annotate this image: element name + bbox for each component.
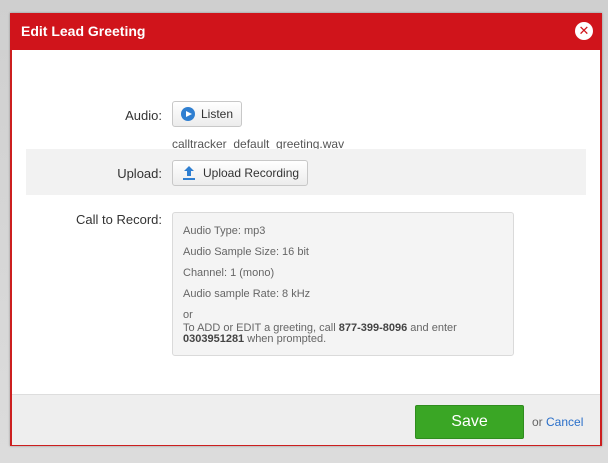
call-to-record-label: Call to Record: xyxy=(76,212,162,227)
upload-icon xyxy=(183,166,195,180)
listen-label: Listen xyxy=(201,107,234,121)
info-channel: Channel: 1 (mono) xyxy=(183,267,275,279)
upload-recording-button[interactable]: Upload Recording xyxy=(172,160,309,186)
or-text: or xyxy=(532,415,543,429)
info-sample-rate: Audio sample Rate: 8 kHz xyxy=(183,288,311,300)
dialog-title: Edit Lead Greeting xyxy=(21,23,146,39)
call-instruction: To ADD or EDIT a greeting, call 877-399-… xyxy=(183,323,503,345)
pin-number: 0303951281 xyxy=(183,333,245,345)
upload-recording-label: Upload Recording xyxy=(203,166,300,180)
dialog-header: Edit Lead Greeting ✕ xyxy=(10,13,602,50)
info-or: or xyxy=(183,309,193,321)
info-sample-size: Audio Sample Size: 16 bit xyxy=(183,246,309,258)
phone-number: 877-399-8096 xyxy=(338,322,408,334)
instruction-middle: and enter xyxy=(410,322,457,334)
close-icon[interactable]: ✕ xyxy=(575,22,593,40)
listen-button[interactable]: Listen xyxy=(172,101,243,127)
edit-lead-greeting-dialog: Edit Lead Greeting ✕ Audio: Listen callt… xyxy=(10,13,602,446)
or-cancel: or Cancel xyxy=(532,415,583,429)
call-to-record-info: Audio Type: mp3 Audio Sample Size: 16 bi… xyxy=(172,212,514,356)
save-button[interactable]: Save xyxy=(415,405,524,439)
instruction-suffix: when prompted. xyxy=(247,333,327,345)
cancel-link[interactable]: Cancel xyxy=(546,415,583,429)
dialog-footer: Save or Cancel xyxy=(12,394,600,445)
play-icon xyxy=(181,107,195,121)
dialog-body: Audio: Listen calltracker_default_greeti… xyxy=(12,50,600,394)
audio-label: Audio: xyxy=(125,108,162,123)
upload-label: Upload: xyxy=(117,166,162,181)
info-audio-type: Audio Type: mp3 xyxy=(183,225,266,237)
